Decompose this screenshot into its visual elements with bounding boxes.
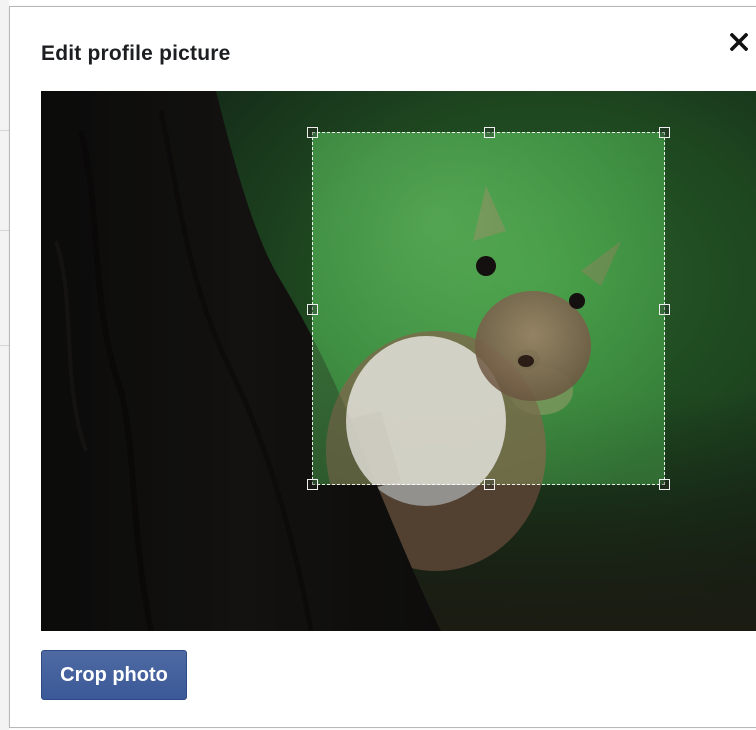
close-button[interactable] <box>724 27 754 57</box>
crop-handle-top-left[interactable] <box>307 127 318 138</box>
crop-selection-box[interactable] <box>307 127 670 490</box>
crop-handle-left[interactable] <box>307 304 318 315</box>
crop-handle-bottom[interactable] <box>484 479 495 490</box>
crop-handle-top-right[interactable] <box>659 127 670 138</box>
close-icon <box>730 33 748 51</box>
edit-profile-picture-dialog: Edit profile picture Crop photo <box>9 6 756 728</box>
background-page-edge <box>0 0 9 730</box>
crop-handle-bottom-right[interactable] <box>659 479 670 490</box>
background-divider <box>0 130 9 131</box>
background-divider <box>0 345 9 346</box>
crop-handle-right[interactable] <box>659 304 670 315</box>
dialog-title: Edit profile picture <box>41 42 231 65</box>
crop-handle-top[interactable] <box>484 127 495 138</box>
crop-handle-bottom-left[interactable] <box>307 479 318 490</box>
photo-preview <box>41 91 756 631</box>
crop-photo-button[interactable]: Crop photo <box>41 650 187 700</box>
background-divider <box>0 230 9 231</box>
